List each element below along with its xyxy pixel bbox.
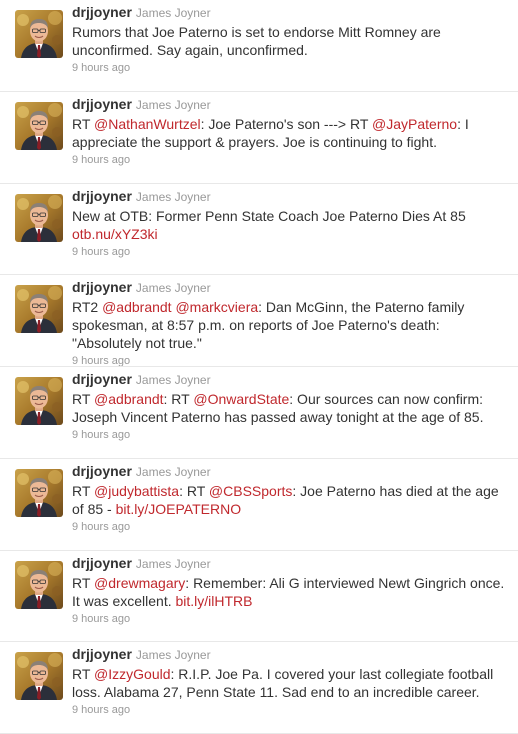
mention-link[interactable]: @NathanWurtzel: [94, 116, 201, 132]
tweet-item[interactable]: drjjoyner James Joyner RT @NathanWurtzel: …: [0, 92, 518, 184]
tweet-text-segment: RT2: [72, 299, 103, 315]
profile-photo-icon[interactable]: [15, 10, 63, 58]
tweet-item[interactable]: drjjoyner James Joyner RT @judybattista: R…: [0, 459, 518, 551]
screen-name-link[interactable]: drjjoyner: [72, 371, 132, 387]
tweet-timestamp[interactable]: 9 hours ago: [72, 354, 510, 366]
tweet-text: RT @IzzyGould: R.I.P. Joe Pa. I covered …: [72, 665, 510, 701]
tweet-text-segment: RT: [72, 391, 95, 407]
tweet-text-segment: RT: [72, 666, 95, 682]
tweet-timestamp[interactable]: 9 hours ago: [72, 520, 510, 534]
tweet-item[interactable]: drjjoyner James Joyner New at OTB: Former …: [0, 184, 518, 275]
profile-photo-icon[interactable]: [15, 561, 63, 609]
tweet-timeline: drjjoyner James Joyner Rumors that Joe Pat…: [0, 0, 518, 734]
tweet-text-segment: New at OTB: Former Penn State Coach Joe …: [72, 208, 466, 224]
tweet-text: RT @judybattista: RT @CBSSports: Joe Pat…: [72, 482, 510, 518]
tweet-header: drjjoyner James Joyner: [72, 4, 510, 21]
screen-name-link[interactable]: drjjoyner: [72, 279, 132, 295]
profile-photo-icon[interactable]: [15, 102, 63, 150]
tweet-timestamp[interactable]: 9 hours ago: [72, 61, 510, 75]
screen-name-link[interactable]: drjjoyner: [72, 188, 132, 204]
url-link[interactable]: bit.ly/ilHTRB: [176, 593, 253, 609]
tweet-text: RT2 @adbrandt @markcviera: Dan McGinn, t…: [72, 298, 510, 352]
full-name: James Joyner: [135, 465, 211, 479]
tweet-header: drjjoyner James Joyner: [72, 555, 510, 572]
full-name: James Joyner: [135, 557, 211, 571]
profile-photo-icon[interactable]: [15, 652, 63, 700]
tweet-text: RT @NathanWurtzel: Joe Paterno's son ---…: [72, 115, 510, 151]
tweet-header: drjjoyner James Joyner: [72, 463, 510, 480]
tweet-item[interactable]: drjjoyner James Joyner RT2 @adbrandt @mark…: [0, 275, 518, 367]
screen-name-link[interactable]: drjjoyner: [72, 463, 132, 479]
mention-link[interactable]: @JayPaterno: [372, 116, 457, 132]
full-name: James Joyner: [135, 648, 211, 662]
url-link[interactable]: otb.nu/xYZ3ki: [72, 226, 158, 242]
mention-link[interactable]: @OnwardState: [193, 391, 289, 407]
tweet-header: drjjoyner James Joyner: [72, 188, 510, 205]
full-name: James Joyner: [135, 190, 211, 204]
tweet-text-segment: : RT: [163, 391, 194, 407]
mention-link[interactable]: @IzzyGould: [94, 666, 170, 682]
tweet-header: drjjoyner James Joyner: [72, 646, 510, 663]
tweet-item[interactable]: drjjoyner James Joyner RT @IzzyGould: R.I.…: [0, 642, 518, 734]
screen-name-link[interactable]: drjjoyner: [72, 646, 132, 662]
tweet-header: drjjoyner James Joyner: [72, 371, 510, 388]
tweet-item[interactable]: drjjoyner James Joyner RT @adbrandt: RT @O…: [0, 367, 518, 459]
tweet-text-segment: Rumors that Joe Paterno is set to endors…: [72, 24, 441, 58]
profile-photo-icon[interactable]: [15, 377, 63, 425]
tweet-item[interactable]: drjjoyner James Joyner Rumors that Joe Pat…: [0, 0, 518, 92]
tweet-text-segment: RT: [72, 483, 95, 499]
tweet-timestamp[interactable]: 9 hours ago: [72, 153, 510, 167]
full-name: James Joyner: [135, 373, 211, 387]
full-name: James Joyner: [135, 98, 211, 112]
tweet-text: RT @adbrandt: RT @OnwardState: Our sourc…: [72, 390, 510, 426]
url-link[interactable]: bit.ly/JOEPATERNO: [116, 501, 242, 517]
tweet-timestamp[interactable]: 9 hours ago: [72, 245, 510, 259]
tweet-text-segment: : RT: [179, 483, 209, 499]
profile-photo-icon[interactable]: [15, 285, 63, 333]
mention-link[interactable]: @adbrandt: [94, 391, 163, 407]
mention-link[interactable]: @markcviera: [175, 299, 258, 315]
tweet-text: New at OTB: Former Penn State Coach Joe …: [72, 207, 510, 243]
profile-photo-icon[interactable]: [15, 194, 63, 242]
full-name: James Joyner: [135, 6, 211, 20]
tweet-header: drjjoyner James Joyner: [72, 96, 510, 113]
tweet-text: Rumors that Joe Paterno is set to endors…: [72, 23, 510, 59]
full-name: James Joyner: [135, 281, 211, 295]
mention-link[interactable]: @CBSSports: [209, 483, 292, 499]
tweet-timestamp[interactable]: 9 hours ago: [72, 612, 510, 626]
tweet-text-segment: : Joe Paterno's son ---> RT: [200, 116, 373, 132]
tweet-text: RT @drewmagary: Remember: Ali G intervie…: [72, 574, 510, 610]
screen-name-link[interactable]: drjjoyner: [72, 555, 132, 571]
tweet-header: drjjoyner James Joyner: [72, 279, 510, 296]
tweet-text-segment: RT: [72, 116, 95, 132]
tweet-item[interactable]: drjjoyner James Joyner RT @drewmagary: Rem…: [0, 551, 518, 642]
screen-name-link[interactable]: drjjoyner: [72, 4, 132, 20]
tweet-timestamp[interactable]: 9 hours ago: [72, 428, 510, 442]
mention-link[interactable]: @judybattista: [94, 483, 179, 499]
mention-link[interactable]: @drewmagary: [94, 575, 185, 591]
profile-photo-icon[interactable]: [15, 469, 63, 517]
screen-name-link[interactable]: drjjoyner: [72, 96, 132, 112]
mention-link[interactable]: @adbrandt: [102, 299, 171, 315]
tweet-text-segment: RT: [72, 575, 95, 591]
tweet-timestamp[interactable]: 9 hours ago: [72, 703, 510, 717]
